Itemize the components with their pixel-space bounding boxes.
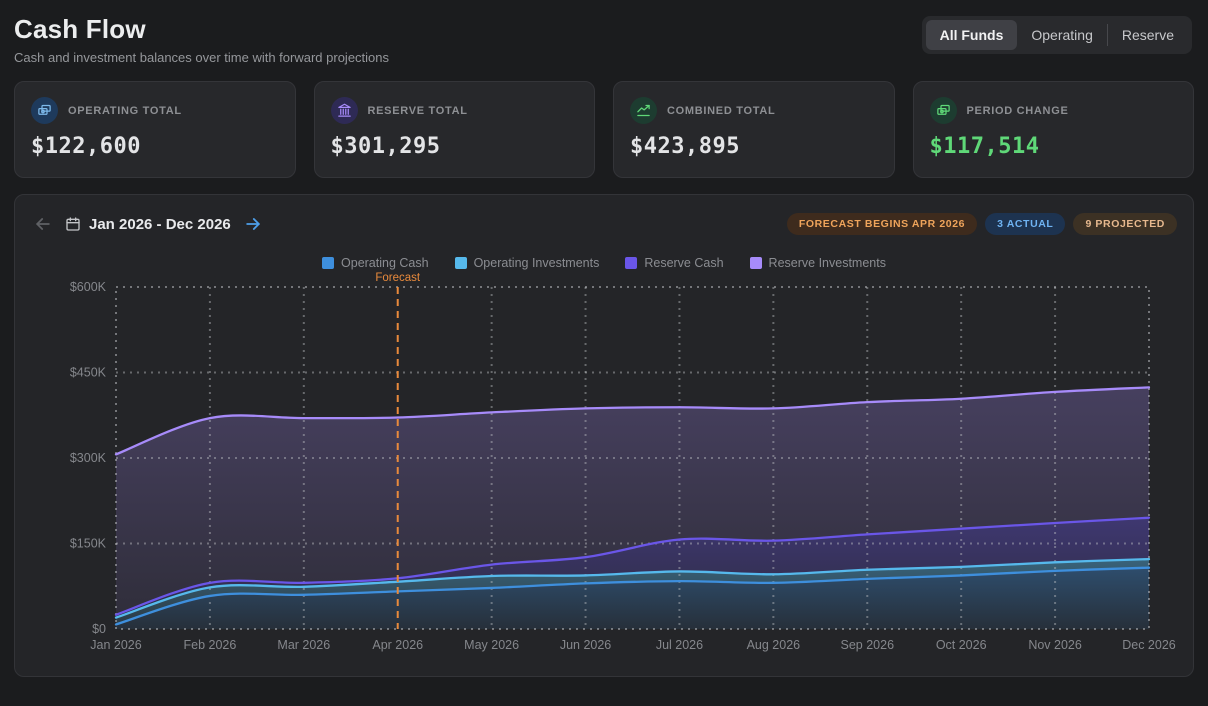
x-axis-tick: Jul 2026	[656, 638, 703, 652]
calendar-icon	[65, 216, 81, 232]
legend-item-operating-investments[interactable]: Operating Investments	[455, 255, 600, 271]
legend-item-reserve-investments[interactable]: Reserve Investments	[750, 255, 886, 271]
legend-swatch-icon	[625, 257, 637, 269]
y-axis-tick: $0	[92, 622, 106, 636]
date-range-label: Jan 2026 - Dec 2026	[65, 216, 231, 233]
stat-value: $122,600	[31, 134, 279, 159]
next-period-button[interactable]	[241, 212, 265, 236]
legend-swatch-icon	[322, 257, 334, 269]
fund-tabs: All Funds Operating Reserve	[922, 16, 1192, 54]
stat-value: $117,514	[930, 134, 1178, 159]
stat-value: $423,895	[630, 134, 878, 159]
stat-label: COMBINED TOTAL	[667, 105, 775, 117]
actual-count-badge: 3 ACTUAL	[985, 213, 1065, 235]
cashflow-panel: Jan 2026 - Dec 2026 FORECAST BEGINS APR …	[14, 194, 1194, 677]
y-axis-tick: $300K	[70, 451, 107, 465]
projected-count-badge: 9 PROJECTED	[1073, 213, 1177, 235]
tab-reserve[interactable]: Reserve	[1108, 20, 1188, 50]
stats-row: OPERATING TOTAL $122,600 RESERVE TOTAL $…	[14, 81, 1194, 178]
status-badges: FORECAST BEGINS APR 2026 3 ACTUAL 9 PROJ…	[787, 213, 1177, 235]
cashflow-chart: Forecast $0 $150K $300K $450K $600K Jan 2026 Fe…	[31, 271, 1179, 663]
x-axis-tick: Feb 2026	[183, 638, 236, 652]
forecast-line-label: Forecast	[375, 272, 421, 284]
page-title: Cash Flow	[14, 14, 389, 45]
chart-panel-header: Jan 2026 - Dec 2026 FORECAST BEGINS APR …	[31, 207, 1177, 241]
legend-item-reserve-cash[interactable]: Reserve Cash	[625, 255, 723, 271]
chart-legend: Operating Cash Operating Investments Reser…	[31, 255, 1177, 271]
legend-swatch-icon	[455, 257, 467, 269]
x-axis-tick: Nov 2026	[1028, 638, 1082, 652]
x-axis-tick: Dec 2026	[1122, 638, 1176, 652]
page-header: Cash Flow Cash and investment balances o…	[0, 0, 1208, 71]
arrow-left-icon	[33, 214, 53, 234]
x-axis-tick: Jun 2026	[560, 638, 611, 652]
y-axis-tick: $150K	[70, 537, 107, 551]
tab-all-funds[interactable]: All Funds	[926, 20, 1018, 50]
bank-icon	[331, 97, 358, 124]
y-axis-tick: $600K	[70, 280, 107, 294]
x-axis-tick: Apr 2026	[372, 638, 423, 652]
page-subtitle: Cash and investment balances over time w…	[14, 50, 389, 65]
legend-label: Reserve Investments	[769, 256, 886, 270]
legend-swatch-icon	[750, 257, 762, 269]
prev-period-button[interactable]	[31, 212, 55, 236]
stat-card-operating-total: OPERATING TOTAL $122,600	[14, 81, 296, 178]
legend-label: Reserve Cash	[644, 256, 723, 270]
arrow-right-icon	[243, 214, 263, 234]
banknotes-icon	[930, 97, 957, 124]
x-axis-tick: Mar 2026	[277, 638, 330, 652]
legend-label: Operating Investments	[474, 256, 600, 270]
x-axis-tick: Oct 2026	[936, 638, 987, 652]
stat-value: $301,295	[331, 134, 579, 159]
stat-label: RESERVE TOTAL	[368, 105, 468, 117]
trend-up-icon	[630, 97, 657, 124]
stat-card-reserve-total: RESERVE TOTAL $301,295	[314, 81, 596, 178]
forecast-begins-badge: FORECAST BEGINS APR 2026	[787, 213, 977, 235]
x-axis-tick: Aug 2026	[747, 638, 801, 652]
stat-label: OPERATING TOTAL	[68, 105, 182, 117]
x-axis-tick: Jan 2026	[90, 638, 141, 652]
x-axis-tick: May 2026	[464, 638, 519, 652]
y-axis-tick: $450K	[70, 366, 107, 380]
tab-operating[interactable]: Operating	[1017, 20, 1106, 50]
legend-item-operating-cash[interactable]: Operating Cash	[322, 255, 429, 271]
stat-card-period-change: PERIOD CHANGE $117,514	[913, 81, 1195, 178]
stat-label: PERIOD CHANGE	[967, 105, 1069, 117]
chart-wrap: Forecast $0 $150K $300K $450K $600K Jan 2026 Fe…	[31, 271, 1177, 668]
x-axis-tick: Sep 2026	[841, 638, 895, 652]
stat-card-combined-total: COMBINED TOTAL $423,895	[613, 81, 895, 178]
banknotes-icon	[31, 97, 58, 124]
date-range-text: Jan 2026 - Dec 2026	[89, 216, 231, 233]
title-block: Cash Flow Cash and investment balances o…	[14, 14, 389, 65]
legend-label: Operating Cash	[341, 256, 429, 270]
date-range-nav: Jan 2026 - Dec 2026	[31, 212, 265, 236]
